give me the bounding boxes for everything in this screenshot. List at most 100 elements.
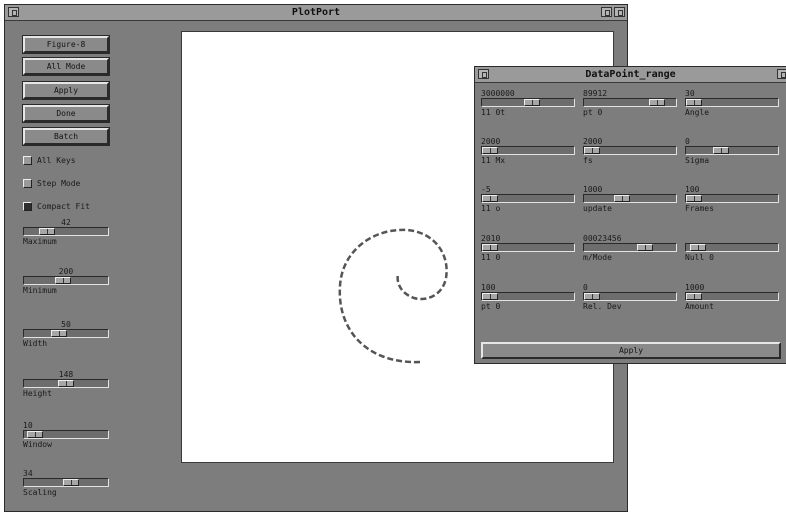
dialog-field-value: 89912 <box>583 89 608 98</box>
slider-track[interactable] <box>23 227 109 236</box>
dialog-field-track[interactable] <box>685 292 779 301</box>
slider-window[interactable]: 10 Window <box>23 421 109 449</box>
dialog-field-slider[interactable]: 1000 update <box>583 185 677 213</box>
dialog-apply-button[interactable]: Apply <box>481 342 781 359</box>
checkbox-box[interactable] <box>23 202 32 211</box>
dialog-field-label: Frames <box>685 204 714 213</box>
dialog-field-track[interactable] <box>583 194 677 203</box>
dialog-field-slider[interactable]: 100 Frames <box>685 185 779 213</box>
dialog-field-thumb[interactable] <box>637 244 653 251</box>
dialog-field-track[interactable] <box>481 194 575 203</box>
dialog-field-thumb[interactable] <box>686 195 702 202</box>
dialog-field-thumb[interactable] <box>713 147 729 154</box>
slider-label: Maximum <box>23 237 57 246</box>
dialog-field-thumb[interactable] <box>686 293 702 300</box>
slider-minimum[interactable]: 200 Minimum <box>23 267 109 295</box>
dialog-field-value: -5 <box>481 185 491 194</box>
dialog-field-thumb[interactable] <box>584 293 600 300</box>
dialog-field-track[interactable] <box>481 243 575 252</box>
apply-button[interactable]: Apply <box>22 81 110 100</box>
dialog-field-slider[interactable]: 00023456 m/Mode <box>583 234 677 262</box>
dialog-field-track[interactable] <box>481 146 575 155</box>
dialog-field-thumb[interactable] <box>524 99 540 106</box>
figure-8-button[interactable]: Figure-8 <box>22 35 110 54</box>
dialog-field-track[interactable] <box>583 243 677 252</box>
dialog-field-track[interactable] <box>685 146 779 155</box>
slider-thumb[interactable] <box>55 277 71 284</box>
checkbox-box[interactable] <box>23 156 32 165</box>
slider-value: 42 <box>61 218 71 227</box>
dialog-field-track[interactable] <box>685 194 779 203</box>
dialog-field-value: 1000 <box>583 185 603 194</box>
slider-maximum[interactable]: 42 Maximum <box>23 218 109 246</box>
dialog-field-track[interactable] <box>685 98 779 107</box>
datapoint-range-dialog: DataPoint_range 3000000 11 0t 89912 pt 0 30 A… <box>474 66 786 364</box>
dialog-field-thumb[interactable] <box>690 244 706 251</box>
slider-value: 148 <box>58 370 74 379</box>
dialog-field-thumb[interactable] <box>482 147 498 154</box>
slider-thumb[interactable] <box>51 330 67 337</box>
dialog-field-slider[interactable]: 2000 11 Mx <box>481 137 575 165</box>
minimize-icon[interactable] <box>601 7 612 17</box>
slider-thumb[interactable] <box>58 380 74 387</box>
dialog-field-slider[interactable]: 1000 Amount <box>685 283 779 311</box>
slider-scaling[interactable]: 34 Scaling <box>23 469 109 497</box>
dialog-field-label: m/Mode <box>583 253 612 262</box>
spiral-path <box>338 228 448 364</box>
dialog-field-slider[interactable]: 89912 pt 0 <box>583 89 677 117</box>
slider-thumb[interactable] <box>39 228 55 235</box>
slider-thumb[interactable] <box>27 431 43 438</box>
all-mode-button[interactable]: All Mode <box>22 57 110 76</box>
dialog-field-thumb[interactable] <box>686 99 702 106</box>
dialog-field-label: 11 0t <box>481 108 506 117</box>
dialog-field-thumb[interactable] <box>614 195 630 202</box>
slider-track[interactable] <box>23 430 109 439</box>
dialog-field-slider[interactable]: 3000000 11 0t <box>481 89 575 117</box>
checkbox-box[interactable] <box>23 179 32 188</box>
dialog-field-thumb[interactable] <box>649 99 665 106</box>
maximize-icon[interactable] <box>777 69 786 79</box>
dialog-field-track[interactable] <box>481 292 575 301</box>
dialog-field-thumb[interactable] <box>482 293 498 300</box>
checkbox-compact-fit[interactable]: Compact Fit <box>23 200 119 214</box>
dialog-field-slider[interactable]: 100 pt 0 <box>481 283 575 311</box>
slider-track[interactable] <box>23 379 109 388</box>
batch-button[interactable]: Batch <box>22 127 110 146</box>
dialog-field-track[interactable] <box>583 292 677 301</box>
dialog-field-label: pt 0 <box>481 302 501 311</box>
dialog-field-track[interactable] <box>685 243 779 252</box>
dialog-titlebar[interactable]: DataPoint_range <box>475 67 786 83</box>
dialog-field-track[interactable] <box>583 146 677 155</box>
slider-thumb[interactable] <box>63 479 79 486</box>
dialog-field-value: 2000 <box>583 137 603 146</box>
dialog-field-thumb[interactable] <box>482 244 498 251</box>
slider-track[interactable] <box>23 329 109 338</box>
slider-value: 200 <box>58 267 74 276</box>
dialog-field-slider[interactable]: -5 11 o <box>481 185 575 213</box>
slider-label: Minimum <box>23 286 57 295</box>
done-button[interactable]: Done <box>22 104 110 123</box>
dialog-field-slider[interactable]: Null 0 <box>685 234 779 262</box>
dialog-field-slider[interactable]: 0 Sigma <box>685 137 779 165</box>
dialog-field-slider[interactable]: 30 Angle <box>685 89 779 117</box>
maximize-icon[interactable] <box>614 7 625 17</box>
dialog-field-thumb[interactable] <box>584 147 600 154</box>
dialog-field-label: Rel. Dev <box>583 302 622 311</box>
dialog-field-track[interactable] <box>481 98 575 107</box>
dialog-field-thumb[interactable] <box>482 195 498 202</box>
dialog-field-slider[interactable]: 2000 fs <box>583 137 677 165</box>
dialog-field-track[interactable] <box>583 98 677 107</box>
slider-track[interactable] <box>23 276 109 285</box>
dialog-field-value: 100 <box>685 185 700 194</box>
checkbox-all-keys[interactable]: All Keys <box>23 154 119 168</box>
checkbox-step-mode[interactable]: Step Mode <box>23 177 119 191</box>
dialog-field-slider[interactable]: 0 Rel. Dev <box>583 283 677 311</box>
slider-width[interactable]: 50 Width <box>23 320 109 348</box>
main-titlebar[interactable]: PlotPort <box>5 5 627 21</box>
dialog-field-value: 00023456 <box>583 234 622 243</box>
slider-height[interactable]: 148 Height <box>23 370 109 398</box>
slider-track[interactable] <box>23 478 109 487</box>
slider-label: Window <box>23 440 52 449</box>
dialog-field-slider[interactable]: 2010 11 0 <box>481 234 575 262</box>
dialog-field-value: 1000 <box>685 283 705 292</box>
